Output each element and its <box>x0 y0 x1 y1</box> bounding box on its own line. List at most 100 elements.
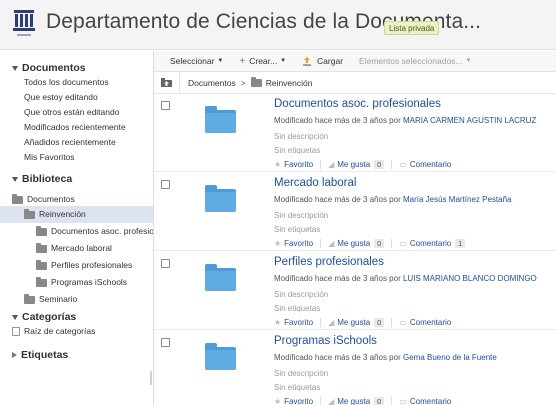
folder-icon <box>36 259 47 270</box>
thumbs-up-icon: ◢ <box>328 239 335 248</box>
tree-item-label: Documentos asoc. profesior <box>51 226 153 236</box>
filter-recently-added[interactable]: Añadidos recientemente <box>0 135 153 150</box>
folder-thumbnail-icon[interactable] <box>205 185 236 212</box>
document-tags: Sin etiquetas <box>274 225 321 234</box>
document-title-link[interactable]: Programas iSchools <box>274 335 377 347</box>
folder-icon <box>36 242 47 253</box>
breadcrumb: Documentos > Reinvención <box>154 71 556 94</box>
document-actions: ★ Favorito ◢ Me gusta 0 ▭ Comentario <box>274 160 451 169</box>
divider <box>391 160 393 169</box>
favorite-label: Favorito <box>284 160 314 169</box>
document-row: Documentos asoc. profesionales Modificad… <box>154 94 556 172</box>
modified-text: Modificado hace más de 3 años por <box>274 195 401 204</box>
star-icon: ★ <box>274 160 282 169</box>
favorite-label: Favorito <box>284 239 314 248</box>
like-button[interactable]: ◢ Me gusta 0 <box>328 397 385 405</box>
tree-item-programas[interactable]: Programas iSchools <box>0 274 153 291</box>
tree-item-label: Programas iSchools <box>51 277 128 287</box>
comment-icon: ▭ <box>399 160 407 169</box>
like-button[interactable]: ◢ Me gusta 0 <box>328 239 385 248</box>
breadcrumb-separator: > <box>240 77 246 88</box>
tree-item-category-root[interactable]: Raíz de categorías <box>0 323 153 340</box>
filter-all-documents[interactable]: Todos los documentos <box>0 75 153 90</box>
create-label: Crear... <box>249 56 278 66</box>
document-title-link[interactable]: Documentos asoc. profesionales <box>274 98 441 110</box>
tags-section-title: Etiquetas <box>21 349 69 361</box>
folder-icon <box>24 208 35 219</box>
document-description: Sin descripción <box>274 290 329 299</box>
star-icon: ★ <box>274 239 282 248</box>
favorite-label: Favorito <box>284 318 314 327</box>
row-checkbox[interactable] <box>161 101 170 110</box>
divider <box>391 318 393 327</box>
tree-item-seminario[interactable]: Seminario <box>0 291 153 308</box>
filter-editing-others[interactable]: Que otros están editando <box>0 105 153 120</box>
thumbs-up-icon: ◢ <box>328 160 335 169</box>
document-modified-info: Modificado hace más de 3 años por María … <box>274 195 511 204</box>
parent-folder-button[interactable] <box>154 71 180 94</box>
document-title-link[interactable]: Perfiles profesionales <box>274 256 384 268</box>
comment-label: Comentario <box>409 318 452 327</box>
like-label: Me gusta <box>337 397 371 405</box>
comment-button[interactable]: ▭ Comentario <box>399 160 451 169</box>
filter-my-favorites[interactable]: Mis Favoritos <box>0 150 153 165</box>
private-list-badge: Lista privada <box>384 21 440 35</box>
like-label: Me gusta <box>337 239 371 248</box>
upload-button[interactable]: Cargar <box>286 56 343 66</box>
selected-items-menu-button[interactable]: Elementos seleccionados... ▼ <box>343 56 471 66</box>
author-link[interactable]: María Jesús Martínez Pestaña <box>403 195 512 204</box>
document-modified-info: Modificado hace más de 3 años por Gema B… <box>274 353 497 362</box>
folder-thumbnail-icon[interactable] <box>205 343 236 370</box>
filter-editing-me[interactable]: Que estoy editando <box>0 90 153 105</box>
divider <box>320 239 322 248</box>
row-checkbox[interactable] <box>161 180 170 189</box>
tree-item-mercado-laboral[interactable]: Mercado laboral <box>0 240 153 257</box>
tree-item-label: Raíz de categorías <box>24 326 96 336</box>
documents-section-toggle[interactable]: Documentos <box>0 61 153 75</box>
like-button[interactable]: ◢ Me gusta 0 <box>328 160 385 169</box>
tree-item-documentos-asoc[interactable]: Documentos asoc. profesior <box>0 223 153 240</box>
divider <box>391 397 393 405</box>
create-menu-button[interactable]: + Crear... ▼ <box>223 56 286 67</box>
favorite-button[interactable]: ★ Favorito <box>274 397 313 405</box>
filter-recently-modified[interactable]: Modificados recientemente <box>0 120 153 135</box>
row-checkbox[interactable] <box>161 338 170 347</box>
document-row: Perfiles profesionales Modificado hace m… <box>154 252 556 330</box>
document-tags: Sin etiquetas <box>274 146 321 155</box>
select-label: Seleccionar <box>170 56 215 66</box>
tree-item-label: Reinvención <box>39 209 86 219</box>
tags-section-toggle[interactable]: Etiquetas <box>0 348 153 362</box>
tree-item-perfiles[interactable]: Perfiles profesionales <box>0 257 153 274</box>
folder-icon <box>36 225 47 236</box>
folder-thumbnail-icon[interactable] <box>205 264 236 291</box>
select-menu-button[interactable]: Seleccionar ▼ <box>154 56 223 66</box>
tree-item-reinvencion[interactable]: Reinvención <box>0 206 153 223</box>
comment-button[interactable]: ▭ Comentario <box>399 397 451 405</box>
favorite-button[interactable]: ★ Favorito <box>274 239 313 248</box>
document-modified-info: Modificado hace más de 3 años por MARIA … <box>274 116 536 125</box>
divider <box>320 160 322 169</box>
author-link[interactable]: Gema Bueno de la Fuente <box>403 353 497 362</box>
comment-label: Comentario <box>409 160 452 169</box>
divider <box>320 397 322 405</box>
favorite-button[interactable]: ★ Favorito <box>274 160 313 169</box>
categories-section-toggle[interactable]: Categorías <box>0 310 153 324</box>
document-tags: Sin etiquetas <box>274 383 321 392</box>
collapse-arrow-icon <box>12 314 18 320</box>
comment-button[interactable]: ▭ Comentario 1 <box>399 239 466 248</box>
comment-button[interactable]: ▭ Comentario <box>399 318 451 327</box>
library-section-title: Biblioteca <box>22 173 73 185</box>
like-button[interactable]: ◢ Me gusta 0 <box>328 318 385 327</box>
row-checkbox[interactable] <box>161 259 170 268</box>
favorite-button[interactable]: ★ Favorito <box>274 318 313 327</box>
sidebar: Documentos Todos los documentos Que esto… <box>0 51 153 405</box>
folder-thumbnail-icon[interactable] <box>205 106 236 133</box>
divider <box>391 239 393 248</box>
document-title-link[interactable]: Mercado laboral <box>274 177 356 189</box>
sidebar-resize-handle[interactable] <box>150 371 152 385</box>
like-label: Me gusta <box>337 318 371 327</box>
breadcrumb-root-link[interactable]: Documentos <box>188 78 236 88</box>
library-section-toggle[interactable]: Biblioteca <box>0 172 153 186</box>
author-link[interactable]: MARIA CARMEN AGUSTIN LACRUZ <box>403 116 536 125</box>
author-link[interactable]: LUIS MARIANO BLANCO DOMINGO <box>403 274 537 283</box>
